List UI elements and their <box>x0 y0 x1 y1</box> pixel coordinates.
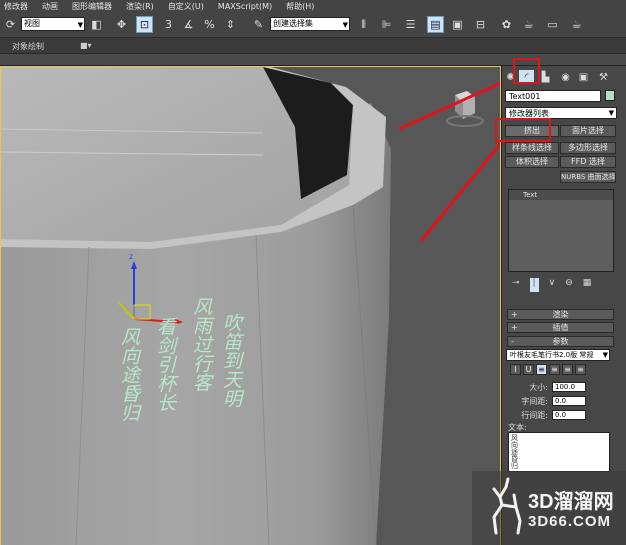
chevron-down-icon: ▼ <box>342 21 348 29</box>
italic-icon[interactable]: I <box>510 364 521 375</box>
font-dropdown[interactable]: 叶根友毛笔行书2.0版 常规 ▼ <box>506 349 610 361</box>
parameters-rollout[interactable]: - 参数 <box>507 336 614 347</box>
select-and-move-icon[interactable]: ✥ <box>113 16 130 33</box>
rendering-rollout[interactable]: + 渲染 <box>507 309 614 320</box>
curve-editor-icon[interactable]: ▣ <box>449 16 466 33</box>
text-entry-box[interactable]: 风 向 途 昏 归 <box>508 432 610 472</box>
edit-named-selection-icon[interactable]: ✎ <box>250 16 267 33</box>
align-icon[interactable]: ⊫ <box>378 16 395 33</box>
calligraphy-column-4: 风向途昏归 <box>118 327 141 422</box>
align-left-icon[interactable]: ≡ <box>536 364 547 375</box>
align-center-icon[interactable]: ≡ <box>549 364 560 375</box>
main-toolbar: ⟳ 视图 ▼ ◧ ✥ ⊡ 3 ∡ % ⇕ ✎ 创建选择集 ▼ ⫴ ⊫ ☰ ▤ ▣ ⊟… <box>0 12 626 38</box>
display-tab-icon[interactable]: ▣ <box>576 70 591 84</box>
ribbon-options-icon[interactable]: ■▾ <box>80 41 92 50</box>
interpolation-rollout[interactable]: + 插值 <box>507 322 614 333</box>
align-right-icon[interactable]: ≡ <box>562 364 573 375</box>
material-editor-icon[interactable]: ✿ <box>498 16 515 33</box>
chevron-down-icon: ▼ <box>608 109 614 117</box>
object-paint-label[interactable]: 对象绘制 <box>12 41 44 52</box>
chevron-down-icon: ▼ <box>602 351 608 359</box>
patch-select-button[interactable]: 面片选择 <box>560 125 616 137</box>
spline-select-button[interactable]: 样条线选择 <box>505 142 559 154</box>
menu-item-customize[interactable]: 自定义(U) <box>168 1 204 12</box>
size-label: 大小: <box>529 383 548 392</box>
menu-item-animation[interactable]: 动画 <box>42 1 58 12</box>
named-selection-set-dropdown[interactable]: 创建选择集 ▼ <box>270 17 350 31</box>
pivot-center-icon[interactable]: ◧ <box>88 16 105 33</box>
spinner-snap-icon[interactable]: ⇕ <box>222 16 239 33</box>
stack-controls: ⊸ ⏐ ∨ ⊖ ▦ <box>508 278 616 292</box>
annotation-box-extrude <box>495 118 551 142</box>
layer-manager-icon[interactable]: ☰ <box>402 16 419 33</box>
snaps-toggle-icon[interactable]: 3 <box>160 16 177 33</box>
underline-icon[interactable]: U <box>523 364 534 375</box>
ffd-select-button[interactable]: FFD 选择 <box>560 156 616 168</box>
volume-select-button[interactable]: 体积选择 <box>505 156 559 168</box>
make-unique-icon[interactable]: ∨ <box>549 278 556 292</box>
kerning-spinner[interactable]: 0.0 <box>552 396 586 406</box>
reference-coordinate-dropdown[interactable]: 视图 ▼ <box>21 17 85 31</box>
configure-modifier-sets-icon[interactable]: ▦ <box>583 278 592 292</box>
text-format-buttons: I U ≡ ≡ ≡ ≡ <box>510 364 586 375</box>
calligraphy-column-3: 看剑引杯长 <box>154 317 177 412</box>
menu-item-modifiers[interactable]: 修改器 <box>4 1 28 12</box>
justify-icon[interactable]: ≡ <box>575 364 586 375</box>
scene-explorer-icon[interactable]: ▤ <box>427 16 444 33</box>
menu-item-graph-editors[interactable]: 图形编辑器 <box>72 1 112 12</box>
object-color-swatch[interactable] <box>605 90 615 101</box>
chevron-down-icon: ▼ <box>77 21 83 29</box>
leading-spinner[interactable]: 0.0 <box>552 410 586 420</box>
watermark-url: 3D66.COM <box>528 513 612 530</box>
percent-snap-icon[interactable]: % <box>201 16 218 33</box>
angle-snap-icon[interactable]: ∡ <box>180 16 197 33</box>
watermark: 3D溜溜网 3D66.COM <box>472 471 626 545</box>
menu-item-rendering[interactable]: 渲染(R) <box>126 1 154 12</box>
leading-label: 行间距: <box>521 411 548 420</box>
hierarchy-tab-icon[interactable]: ▙ <box>538 70 553 84</box>
calligraphy-column-2: 风雨过行客 <box>190 297 213 392</box>
svg-text:z: z <box>129 252 133 261</box>
calligraphy-column-1: 吹笛到天明 <box>220 313 243 408</box>
rotate-icon[interactable]: ⟳ <box>2 16 19 33</box>
render-production-icon[interactable]: ☕ <box>568 16 585 33</box>
pin-stack-icon[interactable]: ⊸ <box>512 278 520 292</box>
utilities-tab-icon[interactable]: ⚒ <box>596 70 611 84</box>
menu-item-help[interactable]: 帮助(H) <box>286 1 314 12</box>
nurbs-surface-select-button[interactable]: NURBS 曲面选择 <box>560 171 616 183</box>
select-and-manipulate-icon[interactable]: ⊡ <box>136 16 153 33</box>
modifier-stack: Text <box>508 189 614 272</box>
object-name-field[interactable]: Text001 <box>505 90 601 102</box>
menu-bar: 修改器 动画 图形编辑器 渲染(R) 自定义(U) MAXScript(M) 帮… <box>0 0 626 12</box>
stack-item-text[interactable]: Text <box>509 190 613 200</box>
annotation-box-modify-tab <box>513 58 540 84</box>
render-setup-icon[interactable]: ☕ <box>520 16 537 33</box>
remove-modifier-icon[interactable]: ⊖ <box>565 278 573 292</box>
schematic-view-icon[interactable]: ⊟ <box>472 16 489 33</box>
motion-tab-icon[interactable]: ◉ <box>558 70 573 84</box>
show-end-result-icon[interactable]: ⏐ <box>529 278 539 292</box>
ribbon-bar: 对象绘制 ■▾ <box>0 38 626 54</box>
poly-select-button[interactable]: 多边形选择 <box>560 142 616 154</box>
size-spinner[interactable]: 100.0 <box>552 382 586 392</box>
kerning-label: 字间距: <box>521 397 548 406</box>
perspective-viewport[interactable]: z 吹笛到天明 风雨过行客 看剑引杯长 风向途昏归 <box>0 66 501 545</box>
rendered-frame-window-icon[interactable]: ▭ <box>544 16 561 33</box>
menu-item-maxscript[interactable]: MAXScript(M) <box>218 2 272 11</box>
watermark-brand: 3D溜溜网 <box>528 491 614 513</box>
mirror-icon[interactable]: ⫴ <box>355 16 372 33</box>
viewport-scene: z 吹笛到天明 风雨过行客 看剑引杯长 风向途昏归 <box>1 67 500 545</box>
